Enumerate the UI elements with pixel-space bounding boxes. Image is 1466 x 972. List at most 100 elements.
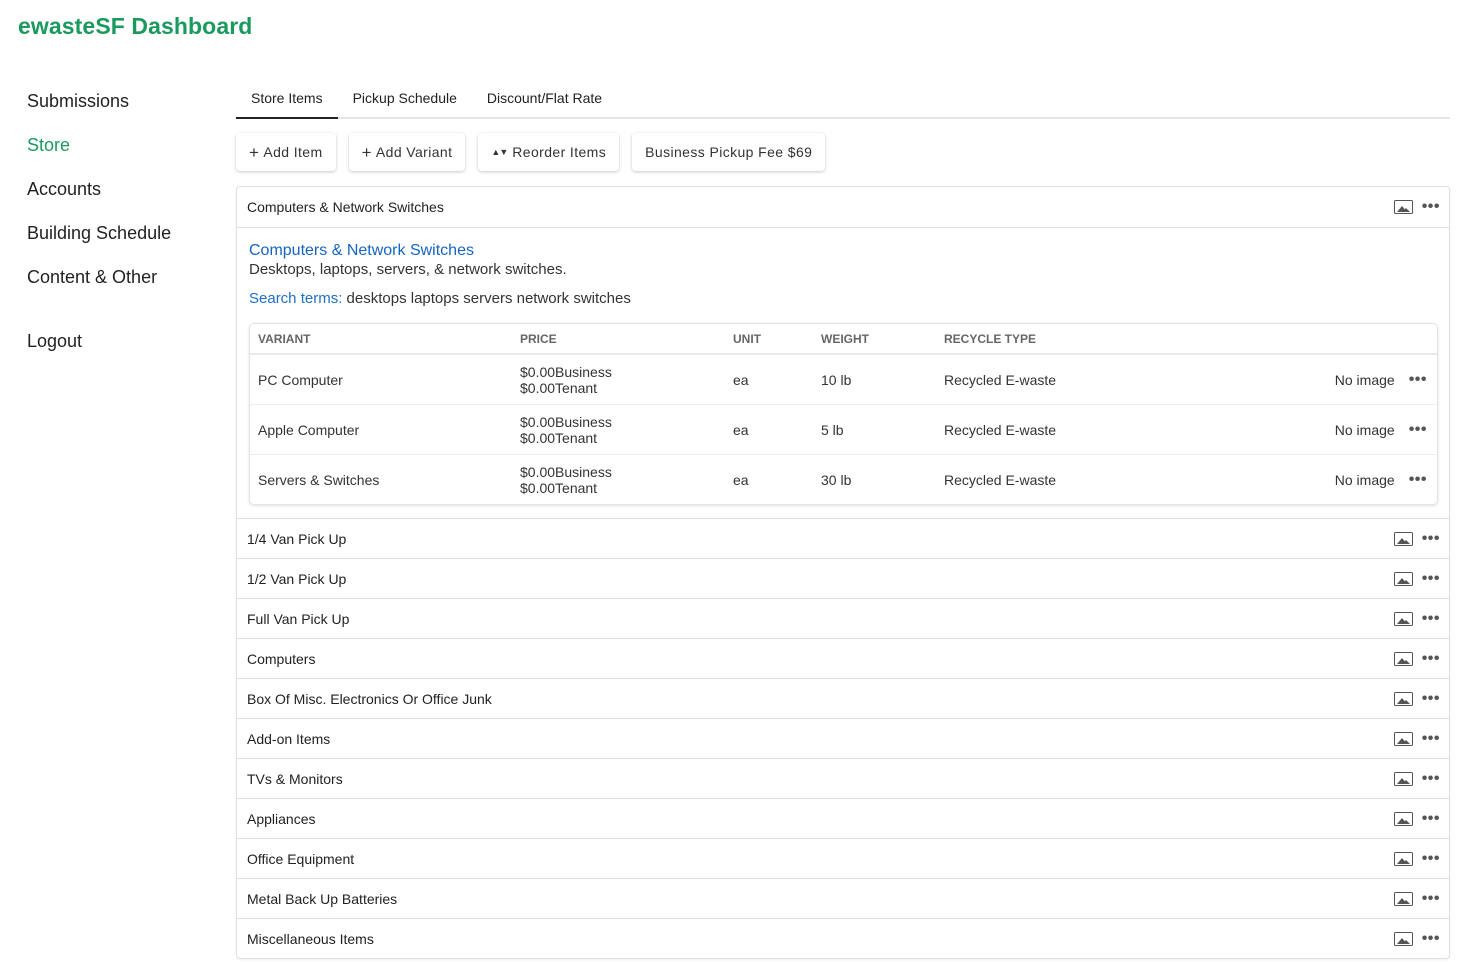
variant-price: $0.00Business $0.00Tenant [520, 364, 733, 396]
business-pickup-fee-label: Business Pickup Fee $69 [645, 144, 813, 160]
image-icon[interactable] [1393, 851, 1413, 866]
store-item-row[interactable]: Add-on Items ••• [237, 718, 1449, 758]
store-item-row[interactable]: Box Of Misc. Electronics Or Office Junk •… [237, 678, 1449, 718]
tab-store-items[interactable]: Store Items [236, 78, 338, 119]
variant-recycle-type: Recycled E-waste [944, 371, 1057, 388]
variant-image-status: No image [1334, 471, 1395, 488]
more-horizontal-icon[interactable]: ••• [1422, 730, 1440, 747]
more-horizontal-icon[interactable]: ••• [1422, 199, 1440, 215]
store-item-name: Office Equipment [247, 850, 355, 867]
store-item-list: Computers & Network Switches ••• Compute… [236, 186, 1450, 959]
column-header-price: PRICE [520, 331, 557, 346]
more-horizontal-icon[interactable]: ••• [1422, 810, 1440, 827]
price-business: $0.00Business [520, 363, 612, 380]
more-horizontal-icon[interactable]: ••• [1409, 371, 1427, 388]
more-horizontal-icon[interactable]: ••• [1422, 770, 1440, 787]
variant-table: VARIANT PRICE UNIT WEIGHT RECYCLE TYPE P… [249, 323, 1438, 505]
variant-name: Apple Computer [258, 421, 360, 438]
image-icon[interactable] [1393, 731, 1413, 746]
variant-price: $0.00Business $0.00Tenant [520, 414, 733, 446]
search-terms-label: Search terms: [249, 290, 343, 307]
store-item-row[interactable]: Metal Back Up Batteries ••• [237, 878, 1449, 918]
image-icon[interactable] [1393, 611, 1413, 626]
plus-icon: + [249, 142, 260, 162]
more-horizontal-icon[interactable]: ••• [1422, 930, 1440, 947]
sidebar-item-accounts[interactable]: Accounts [27, 176, 171, 220]
column-header-weight: WEIGHT [821, 331, 869, 346]
image-icon[interactable] [1393, 531, 1413, 546]
variant-row[interactable]: Apple Computer $0.00Business $0.00Tenant ea… [250, 404, 1437, 454]
item-search-terms: Search terms: desktops laptops servers n… [249, 289, 1438, 309]
tab-pickup-schedule[interactable]: Pickup Schedule [338, 78, 472, 117]
business-pickup-fee-button[interactable]: Business Pickup Fee $69 [632, 133, 826, 171]
price-business: $0.00Business [520, 413, 612, 430]
price-tenant: $0.00Tenant [520, 379, 598, 396]
more-horizontal-icon[interactable]: ••• [1422, 570, 1440, 587]
image-icon[interactable] [1393, 651, 1413, 666]
item-detail-title[interactable]: Computers & Network Switches [249, 242, 1438, 260]
store-item-name: Box Of Misc. Electronics Or Office Junk [247, 690, 492, 707]
variant-weight: 5 lb [821, 421, 844, 438]
search-terms-value: desktops laptops servers network switche… [342, 290, 631, 307]
variant-row[interactable]: Servers & Switches $0.00Business $0.00Tena… [250, 454, 1437, 504]
image-icon[interactable] [1393, 571, 1413, 586]
store-item-row[interactable]: Appliances ••• [237, 798, 1449, 838]
image-icon[interactable] [1393, 811, 1413, 826]
tab-bar: Store Items Pickup Schedule Discount/Fla… [236, 78, 1450, 119]
sidebar: Submissions Store Accounts Building Sche… [27, 88, 171, 372]
add-item-label: Add Item [263, 144, 323, 160]
more-horizontal-icon[interactable]: ••• [1422, 850, 1440, 867]
more-horizontal-icon[interactable]: ••• [1422, 610, 1440, 627]
store-item-row[interactable]: Office Equipment ••• [237, 838, 1449, 878]
store-item-name: Computers & Network Switches [247, 199, 444, 215]
reorder-items-label: Reorder Items [512, 144, 607, 160]
add-variant-button[interactable]: + Add Variant [348, 133, 466, 171]
sidebar-item-store[interactable]: Store [27, 132, 171, 176]
image-icon[interactable] [1393, 891, 1413, 906]
store-item-row[interactable]: TVs & Monitors ••• [237, 758, 1449, 798]
more-horizontal-icon[interactable]: ••• [1409, 471, 1427, 488]
sidebar-item-building-schedule[interactable]: Building Schedule [27, 220, 171, 264]
image-icon[interactable] [1393, 931, 1413, 946]
variant-row[interactable]: PC Computer $0.00Business $0.00Tenant ea 10 … [250, 354, 1437, 404]
more-horizontal-icon[interactable]: ••• [1422, 650, 1440, 667]
image-icon[interactable] [1393, 691, 1413, 706]
store-item-name: Full Van Pick Up [247, 610, 350, 627]
sidebar-item-logout[interactable]: Logout [27, 328, 171, 372]
tab-discount-flat-rate[interactable]: Discount/Flat Rate [472, 78, 617, 117]
store-item-row[interactable]: 1/2 Van Pick Up ••• [237, 558, 1449, 598]
sidebar-item-content-other[interactable]: Content & Other [27, 264, 171, 308]
more-horizontal-icon[interactable]: ••• [1422, 690, 1440, 707]
sidebar-item-submissions[interactable]: Submissions [27, 88, 171, 132]
add-item-button[interactable]: + Add Item [236, 133, 336, 171]
store-item-name: 1/4 Van Pick Up [247, 530, 347, 547]
more-horizontal-icon[interactable]: ••• [1422, 530, 1440, 547]
more-horizontal-icon[interactable]: ••• [1422, 890, 1440, 907]
store-item-row[interactable]: Computers ••• [237, 638, 1449, 678]
variant-image-status: No image [1334, 371, 1395, 388]
app-title: ewasteSF Dashboard [18, 13, 253, 39]
image-icon[interactable] [1393, 200, 1413, 214]
store-item-name: 1/2 Van Pick Up [247, 570, 347, 587]
store-item-details: Computers & Network Switches Desktops, l… [237, 227, 1449, 518]
more-horizontal-icon[interactable]: ••• [1409, 421, 1427, 438]
store-item-row[interactable]: 1/4 Van Pick Up ••• [237, 518, 1449, 558]
store-item-name: Appliances [247, 810, 316, 827]
store-item-name: Miscellaneous Items [247, 930, 374, 947]
reorder-items-button[interactable]: ▲▼ Reorder Items [478, 133, 620, 171]
store-item-row[interactable]: Computers & Network Switches ••• [237, 187, 1449, 227]
store-item-row[interactable]: Miscellaneous Items ••• [237, 918, 1449, 958]
store-item-name: Computers [247, 650, 316, 667]
column-header-recycle-type: RECYCLE TYPE [944, 331, 1037, 346]
variant-image-status: No image [1334, 421, 1395, 438]
store-item-row[interactable]: Full Van Pick Up ••• [237, 598, 1449, 638]
column-header-unit: UNIT [733, 331, 761, 346]
sort-icon: ▲▼ [491, 146, 508, 157]
variant-weight: 10 lb [821, 371, 852, 388]
image-icon[interactable] [1393, 771, 1413, 786]
variant-price: $0.00Business $0.00Tenant [520, 464, 733, 496]
item-detail-description: Desktops, laptops, servers, & network sw… [249, 261, 567, 278]
variant-unit: ea [733, 371, 749, 388]
column-header-variant: VARIANT [258, 331, 311, 346]
variant-recycle-type: Recycled E-waste [944, 421, 1057, 438]
